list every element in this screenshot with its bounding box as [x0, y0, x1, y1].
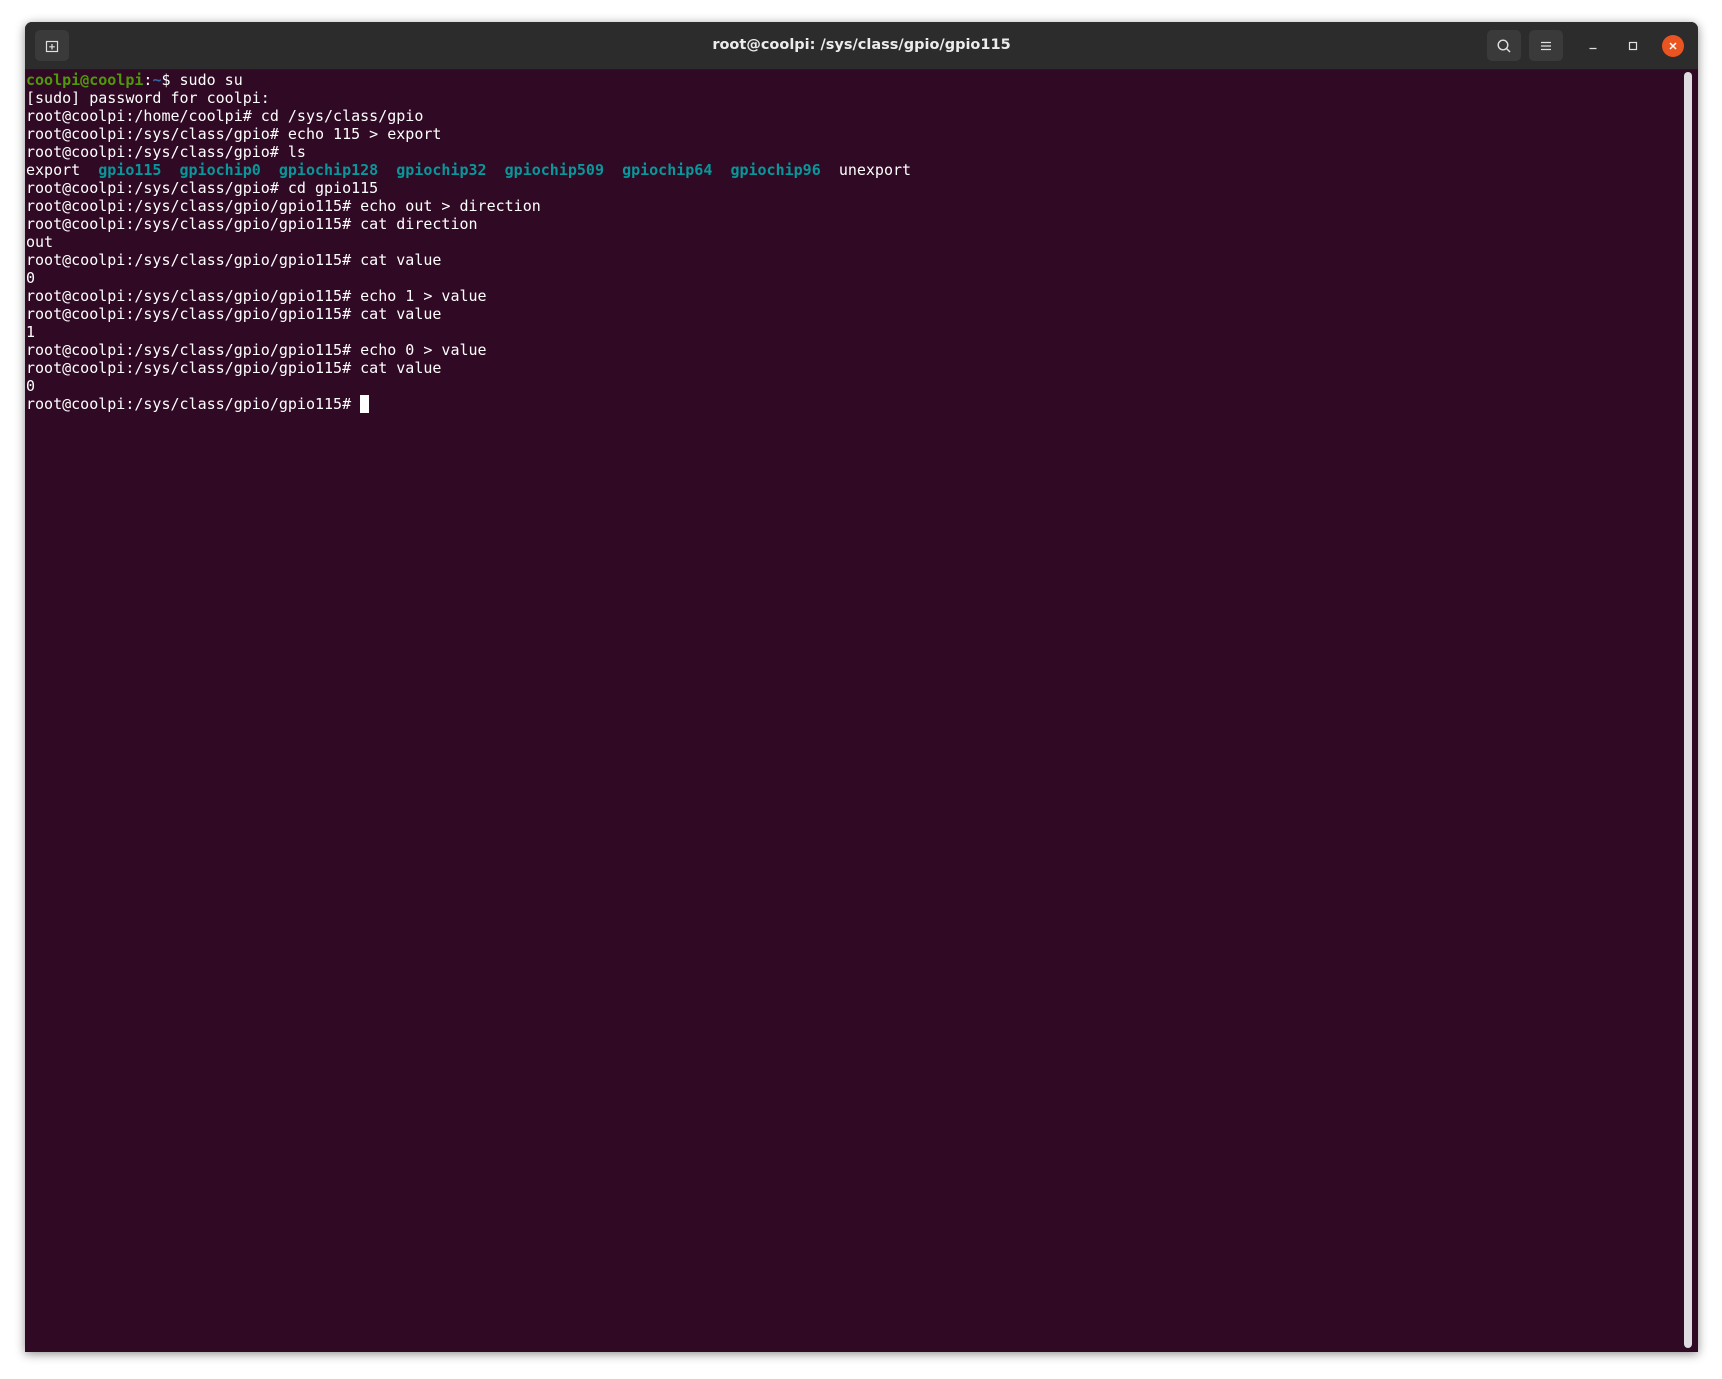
terminal-line: root@coolpi:/sys/class/gpio/gpio115# cat…: [26, 305, 442, 323]
terminal-line: 0: [26, 269, 36, 287]
minimize-icon: [1589, 47, 1597, 50]
scrollbar[interactable]: [1684, 72, 1692, 1348]
ls-separator: [80, 161, 98, 179]
current-prompt: root@coolpi:/sys/class/gpio/gpio115#: [26, 395, 361, 413]
terminal-output[interactable]: coolpi@coolpi:~$ sudo su [sudo] password…: [26, 71, 1681, 1352]
terminal-line: root@coolpi:/sys/class/gpio/gpio115# ech…: [26, 197, 541, 215]
ls-separator: [161, 161, 179, 179]
terminal-prompt-line[interactable]: root@coolpi:/sys/class/gpio/gpio115#: [26, 395, 1681, 413]
terminal-line: root@coolpi:/home/coolpi# cd /sys/class/…: [26, 107, 424, 125]
close-icon: [1669, 42, 1677, 50]
search-icon: [1497, 38, 1511, 53]
ls-dir-gpiochip96: gpiochip96: [730, 161, 821, 179]
ls-file-export: export: [26, 161, 81, 179]
ls-dir-gpio115: gpio115: [98, 161, 162, 179]
ls-separator: [604, 161, 622, 179]
close-button[interactable]: [1662, 35, 1684, 57]
ls-dir-gpiochip128: gpiochip128: [278, 161, 379, 179]
text-cursor: [360, 395, 370, 413]
terminal-line: out: [26, 233, 54, 251]
ls-output-line: export gpio115 gpiochip0 gpiochip128 gpi…: [26, 161, 1681, 179]
ls-file-unexport: unexport: [838, 161, 912, 179]
menu-button[interactable]: [1529, 30, 1563, 61]
ls-separator: [487, 161, 505, 179]
prompt-user-host: coolpi@coolpi: [26, 71, 144, 89]
terminal-line: root@coolpi:/sys/class/gpio# cd gpio115: [26, 179, 379, 197]
terminal-line: root@coolpi:/sys/class/gpio/gpio115# cat…: [26, 251, 442, 269]
title-bar[interactable]: root@coolpi: /sys/class/gpio/gpio115: [25, 22, 1698, 70]
ls-dir-gpiochip64: gpiochip64: [622, 161, 713, 179]
terminal-line: root@coolpi:/sys/class/gpio/gpio115# ech…: [26, 287, 487, 305]
terminal-line: root@coolpi:/sys/class/gpio/gpio115# cat…: [26, 359, 442, 377]
new-tab-button[interactable]: [35, 30, 69, 61]
ls-separator: [378, 161, 396, 179]
terminal-line: 1: [26, 323, 36, 341]
terminal-line: root@coolpi:/sys/class/gpio# echo 115 > …: [26, 125, 442, 143]
ls-separator: [261, 161, 279, 179]
ls-dir-gpiochip0: gpiochip0: [179, 161, 261, 179]
window-title: root@coolpi: /sys/class/gpio/gpio115: [712, 37, 1011, 53]
prompt-command: $ sudo su: [161, 71, 243, 89]
terminal-line: root@coolpi:/sys/class/gpio# ls: [26, 143, 306, 161]
maximize-icon: [1628, 41, 1638, 51]
terminal-line: root@coolpi:/sys/class/gpio/gpio115# ech…: [26, 341, 487, 359]
new-tab-icon: [45, 40, 59, 52]
terminal-line: [sudo] password for coolpi:: [26, 89, 270, 107]
ls-separator: [821, 161, 839, 179]
terminal-line: 0: [26, 377, 36, 395]
hamburger-menu-icon: [1541, 41, 1551, 50]
terminal-window: root@coolpi: /sys/class/gpio/gpio115 coo…: [25, 22, 1698, 1352]
terminal-line: coolpi@coolpi:~$ sudo su: [26, 71, 1681, 89]
search-button[interactable]: [1487, 30, 1521, 61]
ls-dir-gpiochip32: gpiochip32: [396, 161, 487, 179]
ls-separator: [712, 161, 730, 179]
minimize-button[interactable]: [1582, 35, 1604, 57]
maximize-button[interactable]: [1622, 35, 1644, 57]
ls-dir-gpiochip509: gpiochip509: [504, 161, 604, 179]
terminal-line: root@coolpi:/sys/class/gpio/gpio115# cat…: [26, 215, 478, 233]
